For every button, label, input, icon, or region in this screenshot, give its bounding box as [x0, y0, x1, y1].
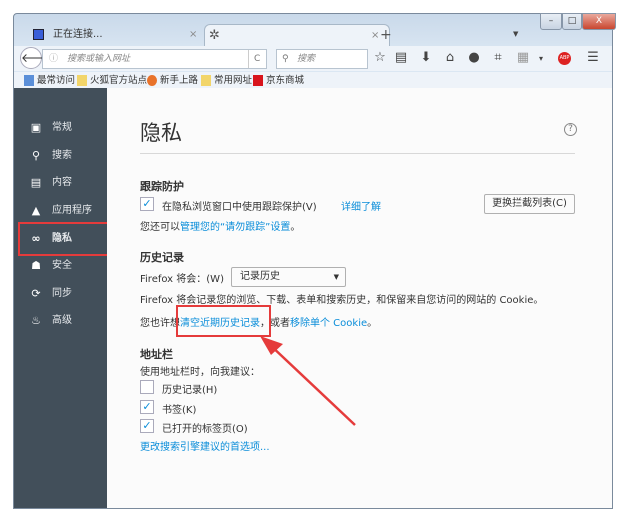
suggest-history-label[interactable]: 历史记录(H): [162, 381, 217, 396]
suggest-bookmarks-label[interactable]: 书签(K): [162, 401, 196, 416]
locationbar-heading: 地址栏: [140, 348, 173, 361]
search-suggestion-prefs-link[interactable]: 更改搜索引擎建议的首选项...: [140, 438, 270, 453]
suggest-open-tabs-label[interactable]: 已打开的标签页(O): [162, 420, 248, 435]
suggest-bookmarks-checkbox[interactable]: ✓: [140, 400, 154, 414]
suggest-open-tabs-checkbox[interactable]: ✓: [140, 419, 154, 433]
locationbar-intro: 使用地址栏时，向我建议：: [140, 367, 260, 378]
annotation-arrow: [260, 336, 356, 426]
suggest-history-checkbox[interactable]: [140, 380, 154, 394]
